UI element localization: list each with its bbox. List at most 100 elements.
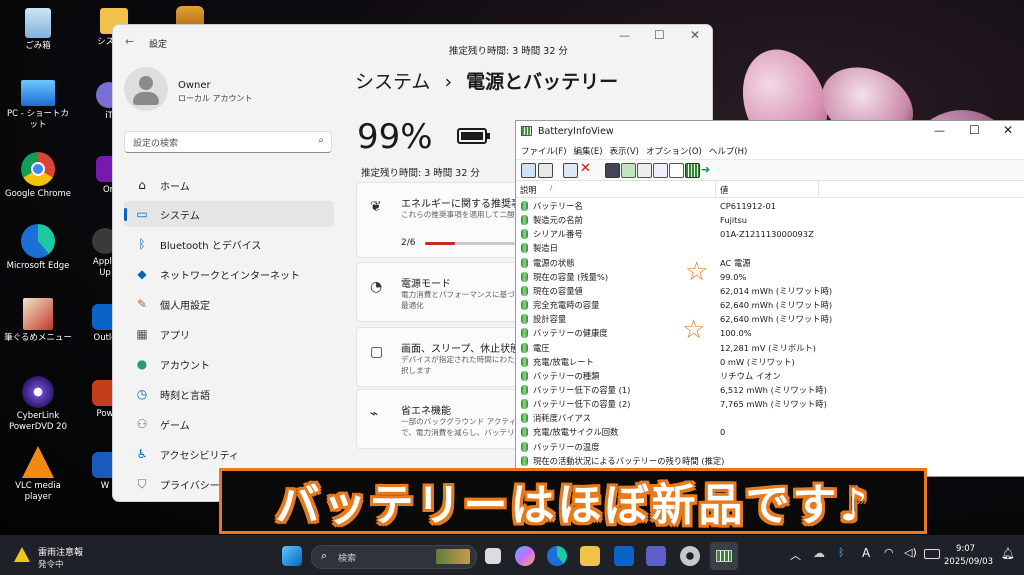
table-row[interactable]: 製造元の名前 Fujitsu xyxy=(516,213,1024,227)
table-row[interactable]: 電源の状態 AC 電源 xyxy=(516,256,1024,270)
table-row[interactable]: 電圧 12,281 mV (ミリボルト) xyxy=(516,341,1024,355)
table-row[interactable]: バッテリーの種類 リチウム イオン xyxy=(516,369,1024,383)
table-row[interactable]: 設計容量 62,640 mWh (ミリワット時) xyxy=(516,312,1024,326)
edge-taskbar-icon[interactable] xyxy=(547,546,567,566)
table-row[interactable]: シリアル番号 01A-Z121113000093Z xyxy=(516,227,1024,241)
batteryinfoview-taskbar-icon[interactable] xyxy=(710,542,738,570)
nav-item-time-language[interactable]: ◷ 時刻と言語 xyxy=(124,381,334,407)
biv-close-button[interactable]: ✕ xyxy=(1003,123,1013,137)
tray-chevron-up-icon[interactable]: ︿ xyxy=(790,547,801,563)
notification-bell-icon[interactable]: 🔔︎ xyxy=(1001,547,1015,560)
table-row[interactable]: 現在の容量 (残量%) 99.0% xyxy=(516,270,1024,284)
nav-item-gaming[interactable]: ⚇ ゲーム xyxy=(124,411,334,437)
row-value: 12,281 mV (ミリボルト) xyxy=(720,342,817,353)
table-row[interactable]: 充電/放電レート 0 mW (ミリワット) xyxy=(516,355,1024,369)
column-header-description[interactable]: 説明 xyxy=(520,184,537,196)
taskbar-search-input[interactable]: ⌕ 検索 xyxy=(311,545,477,569)
tool-delete-icon[interactable]: ✕ xyxy=(580,162,593,176)
breadcrumb-parent[interactable]: システム xyxy=(355,71,430,93)
outlook-taskbar-icon[interactable] xyxy=(614,546,634,566)
row-description: 現在の容量 (残量%) xyxy=(533,271,609,282)
progress-label: 2/6 xyxy=(401,238,416,248)
minimize-button[interactable]: — xyxy=(619,29,630,42)
table-row[interactable]: バッテリーの健康度 100.0% xyxy=(516,326,1024,340)
tool-window-icon[interactable] xyxy=(563,163,578,178)
tool-properties-icon[interactable] xyxy=(521,163,536,178)
nav-item-system[interactable]: ▭ システム xyxy=(124,201,334,227)
teams-icon[interactable] xyxy=(646,546,666,566)
menu-file[interactable]: ファイル(F) xyxy=(521,145,567,157)
weather-title[interactable]: 雷雨注意報 xyxy=(38,545,83,558)
tool-copy-icon[interactable] xyxy=(538,163,553,178)
task-view-icon[interactable] xyxy=(485,548,501,564)
menu-edit[interactable]: 編集(E) xyxy=(574,145,603,157)
menu-view[interactable]: 表示(V) xyxy=(610,145,639,157)
table-row[interactable]: バッテリー低下の容量 (1) 6,512 mWh (ミリワット時) xyxy=(516,383,1024,397)
start-button[interactable] xyxy=(282,546,302,566)
desktop-icon-chrome[interactable]: Google Chrome xyxy=(3,152,73,200)
settings-gear-icon[interactable] xyxy=(680,546,700,566)
tray-bluetooth-icon[interactable]: ᛒ xyxy=(838,546,845,559)
search-input[interactable]: 設定の検索 ⌕ xyxy=(124,131,332,153)
copilot-icon[interactable] xyxy=(515,546,535,566)
column-divider[interactable] xyxy=(818,181,819,197)
desktop-icon-powerdvd[interactable]: CyberLink PowerDVD 20 xyxy=(3,376,73,433)
ime-indicator[interactable]: A xyxy=(862,546,870,560)
biv-maximize-button[interactable]: ☐ xyxy=(969,123,980,137)
table-row[interactable]: 完全充電時の容量 62,640 mWh (ミリワット時) xyxy=(516,298,1024,312)
menu-help[interactable]: ヘルプ(H) xyxy=(709,145,748,157)
desktop-icon-label: W xyxy=(100,481,110,491)
nav-item-accessibility[interactable]: ♿ アクセシビリティ xyxy=(124,441,334,467)
nav-item-network[interactable]: ◆ ネットワークとインターネット xyxy=(124,261,334,287)
search-icon: ⌕ xyxy=(321,549,328,562)
tool-html-icon[interactable] xyxy=(653,163,668,178)
desktop-icon-edge[interactable]: Microsoft Edge xyxy=(3,224,73,272)
tool-exit-icon[interactable]: ➜ xyxy=(701,163,714,176)
desktop-icon-vlc[interactable]: VLC media player xyxy=(3,446,73,503)
tool-save-icon[interactable] xyxy=(605,163,620,178)
nav-item-home[interactable]: ⌂ ホーム xyxy=(124,172,334,198)
close-button[interactable]: ✕ xyxy=(690,28,700,42)
column-header-value[interactable]: 値 xyxy=(720,184,728,196)
table-row[interactable]: バッテリーの温度 xyxy=(516,440,1024,454)
row-description: バッテリー低下の容量 (2) xyxy=(533,399,631,410)
table-row[interactable]: 現在の活動状況によるバッテリーの残り時間 (推定) xyxy=(516,454,1024,468)
table-row[interactable]: バッテリー名 CP611912-01 xyxy=(516,199,1024,213)
table-row[interactable]: 消耗度バイアス xyxy=(516,411,1024,425)
desktop-icon-recycle-bin[interactable]: ごみ箱 xyxy=(3,8,73,52)
tool-copy2-icon[interactable] xyxy=(637,163,652,178)
biv-minimize-button[interactable]: — xyxy=(934,124,945,137)
nav-item-personalization[interactable]: ✎ 個人用設定 xyxy=(124,291,334,317)
battery-fill xyxy=(461,132,483,140)
tool-battery-icon[interactable] xyxy=(685,163,700,178)
tool-options-icon[interactable] xyxy=(669,163,684,178)
column-divider[interactable] xyxy=(715,181,716,197)
back-arrow-icon[interactable]: ← xyxy=(125,35,134,48)
table-row[interactable]: 充電/放電サイクル回数 0 xyxy=(516,425,1024,439)
table-row[interactable]: バッテリー低下の容量 (2) 7,765 mWh (ミリワット時) xyxy=(516,397,1024,411)
tray-cloud-icon[interactable]: ☁ xyxy=(813,546,825,560)
system-icon: ▭ xyxy=(136,207,148,221)
nav-item-bluetooth[interactable]: ᛒ Bluetooth とデバイス xyxy=(124,231,334,257)
tray-wifi-icon[interactable]: ◠ xyxy=(884,546,894,559)
nav-label: アプリ xyxy=(160,330,190,342)
table-row[interactable]: 製造日 xyxy=(516,241,1024,255)
menu-options[interactable]: オプション(O) xyxy=(646,145,702,157)
table-row[interactable]: 現在の容量値 62,014 mWh (ミリワット時) xyxy=(516,284,1024,298)
clock-date[interactable]: 2025/09/03 xyxy=(944,557,993,567)
nav-item-accounts[interactable]: ● アカウント xyxy=(124,351,334,377)
desktop-icon-fudegurume[interactable]: 筆ぐるめメニュー xyxy=(3,298,73,344)
file-explorer-icon[interactable] xyxy=(580,546,600,566)
desktop-icon-pc[interactable]: PC - ショートカット xyxy=(3,80,73,131)
tray-volume-icon[interactable]: ◁) xyxy=(904,546,917,559)
nav-item-apps[interactable]: ▦ アプリ xyxy=(124,321,334,347)
tool-refresh-icon[interactable] xyxy=(621,163,636,178)
avatar[interactable] xyxy=(124,67,168,111)
tray-battery-icon[interactable] xyxy=(924,549,940,559)
maximize-button[interactable]: ☐ xyxy=(654,28,665,42)
battery-icon xyxy=(457,128,490,144)
taskbar: 雷雨注意報 発令中 ⌕ 検索 ︿ ☁ ᛒ A ◠ ◁) 9:07 2025/09… xyxy=(0,535,1024,575)
row-value: 99.0% xyxy=(720,271,747,282)
clock-time[interactable]: 9:07 xyxy=(956,544,975,554)
weather-warning-icon[interactable] xyxy=(14,547,30,562)
